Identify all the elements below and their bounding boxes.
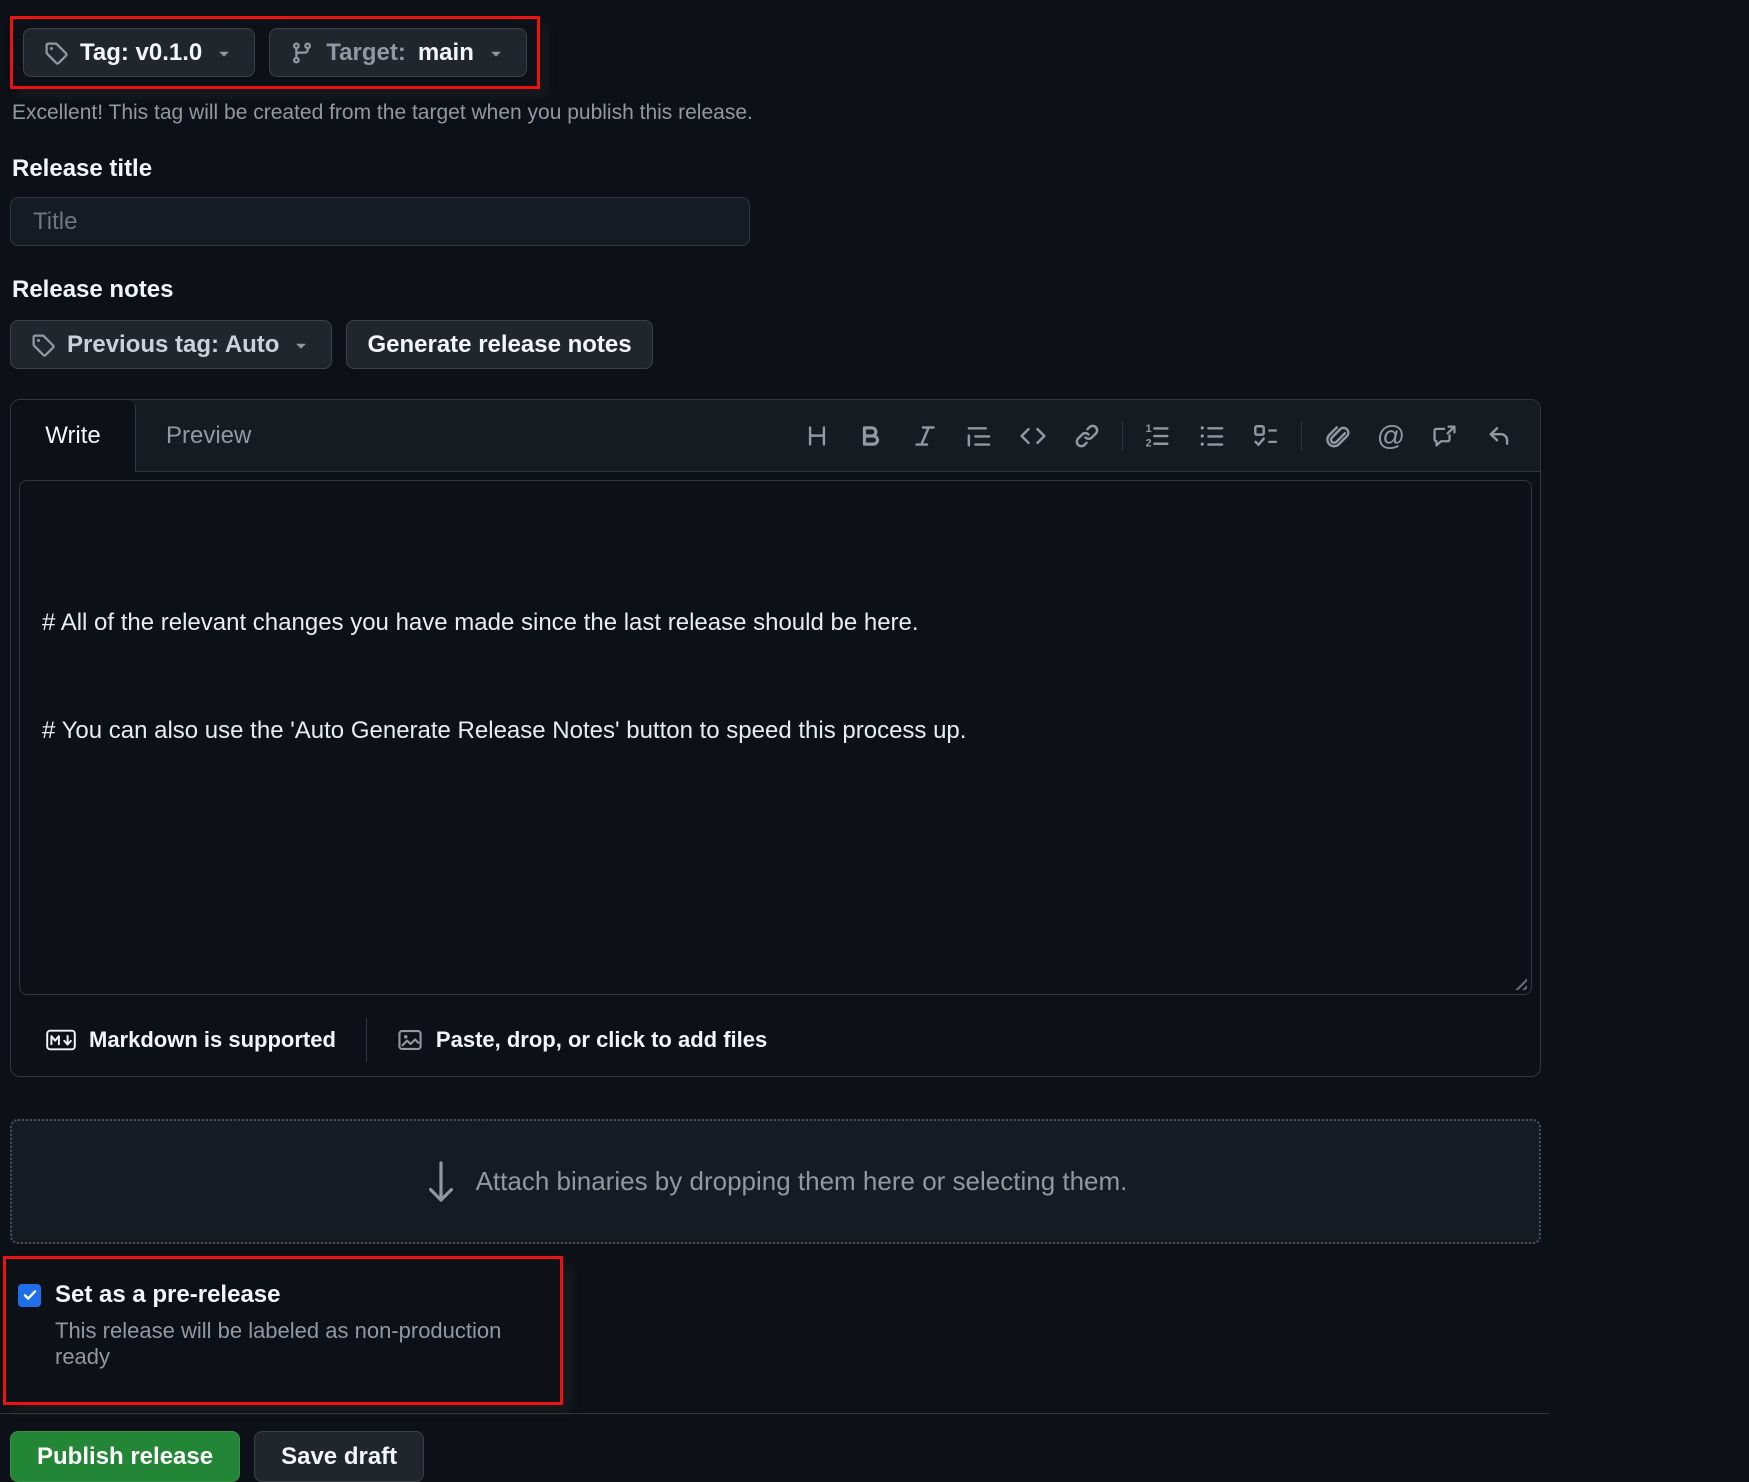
unordered-list-icon[interactable] — [1185, 413, 1239, 459]
git-branch-icon — [290, 41, 314, 65]
generate-release-notes-label: Generate release notes — [367, 331, 631, 359]
mention-icon[interactable]: @ — [1364, 413, 1418, 459]
release-notes-heading: Release notes — [12, 276, 1749, 304]
prerelease-checkbox[interactable] — [18, 1284, 41, 1307]
paste-drop-files-label: Paste, drop, or click to add files — [436, 1027, 767, 1053]
markdown-supported-label: Markdown is supported — [89, 1027, 336, 1053]
tag-icon — [44, 41, 68, 65]
target-dropdown-label: Target: — [326, 39, 406, 67]
release-actions: Publish release Save draft — [10, 1431, 1749, 1482]
section-divider — [0, 1413, 1549, 1414]
generate-release-notes-button[interactable]: Generate release notes — [346, 320, 652, 369]
italic-icon[interactable] — [898, 413, 952, 459]
image-icon — [397, 1027, 423, 1053]
save-draft-button[interactable]: Save draft — [254, 1431, 424, 1482]
previous-tag-label: Previous tag: Auto — [67, 331, 279, 359]
arrow-down-icon — [424, 1160, 458, 1204]
prerelease-description: This release will be labeled as non-prod… — [55, 1318, 540, 1370]
footer-divider — [366, 1018, 367, 1062]
new-release-page: Tag: v0.1.0 Target: main Excellent! This… — [0, 0, 1749, 1482]
markdown-toolbar: 1 2 — [790, 400, 1540, 471]
editor-tab-bar: Write Preview — [11, 400, 1540, 472]
bold-icon[interactable] — [844, 413, 898, 459]
paperclip-icon[interactable] — [1310, 413, 1364, 459]
cross-reference-icon[interactable] — [1418, 413, 1472, 459]
toolbar-divider — [1301, 421, 1302, 451]
chevron-down-icon — [214, 43, 234, 63]
previous-tag-dropdown-button[interactable]: Previous tag: Auto — [10, 320, 332, 369]
chevron-down-icon — [486, 43, 506, 63]
tab-write[interactable]: Write — [11, 400, 136, 472]
tasklist-icon[interactable] — [1239, 413, 1293, 459]
tag-dropdown-button[interactable]: Tag: v0.1.0 — [23, 28, 255, 77]
tag-icon — [31, 333, 55, 357]
release-notes-controls: Previous tag: Auto Generate release note… — [10, 320, 1749, 369]
reply-icon[interactable] — [1472, 413, 1526, 459]
tag-helper-text: Excellent! This tag will be created from… — [12, 101, 1749, 125]
code-icon[interactable] — [1006, 413, 1060, 459]
ordered-list-icon[interactable]: 1 2 — [1131, 413, 1185, 459]
tag-dropdown-label: Tag: v0.1.0 — [80, 39, 202, 67]
prerelease-highlight-box: Set as a pre-release This release will b… — [3, 1256, 563, 1405]
resize-handle[interactable] — [1512, 975, 1527, 990]
quote-icon[interactable] — [952, 413, 1006, 459]
toolbar-divider — [1122, 421, 1123, 451]
attach-binaries-dropzone[interactable]: Attach binaries by dropping them here or… — [10, 1119, 1541, 1244]
tag-target-highlight-box: Tag: v0.1.0 Target: main — [10, 16, 540, 89]
link-icon[interactable] — [1060, 413, 1114, 459]
markdown-icon — [46, 1029, 76, 1051]
release-notes-editor: Write Preview — [10, 399, 1541, 1077]
chevron-down-icon — [291, 335, 311, 355]
target-dropdown-button[interactable]: Target: main — [269, 28, 527, 77]
heading-icon[interactable] — [790, 413, 844, 459]
release-notes-text: # All of the relevant changes you have m… — [42, 609, 966, 744]
publish-release-button[interactable]: Publish release — [10, 1431, 240, 1482]
editor-footer: Markdown is supported Paste, drop, or cl… — [11, 1003, 1540, 1076]
svg-text:2: 2 — [1146, 437, 1152, 448]
attach-binaries-text: Attach binaries by dropping them here or… — [476, 1166, 1128, 1197]
target-dropdown-value: main — [418, 39, 474, 67]
release-title-heading: Release title — [12, 155, 1749, 183]
svg-text:1: 1 — [1146, 423, 1152, 435]
tab-preview[interactable]: Preview — [136, 400, 281, 471]
release-title-input[interactable] — [10, 197, 750, 246]
markdown-supported-link[interactable]: Markdown is supported — [46, 1027, 336, 1053]
release-notes-textarea[interactable]: # All of the relevant changes you have m… — [19, 480, 1532, 995]
prerelease-label: Set as a pre-release — [55, 1281, 280, 1309]
paste-drop-files-button[interactable]: Paste, drop, or click to add files — [397, 1027, 767, 1053]
